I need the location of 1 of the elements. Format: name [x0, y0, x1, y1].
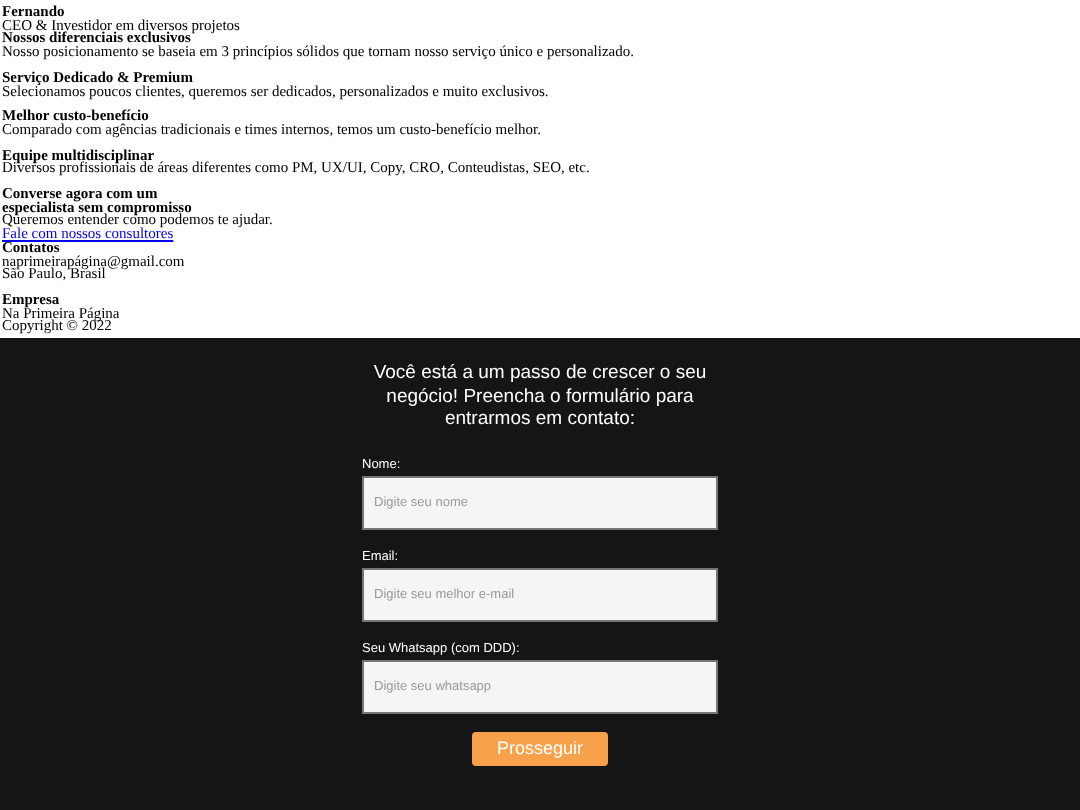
form-title: Você está a um passo de crescer o seu negócio! Preencha o formulário para entrarmos em contato: — [371, 362, 709, 432]
